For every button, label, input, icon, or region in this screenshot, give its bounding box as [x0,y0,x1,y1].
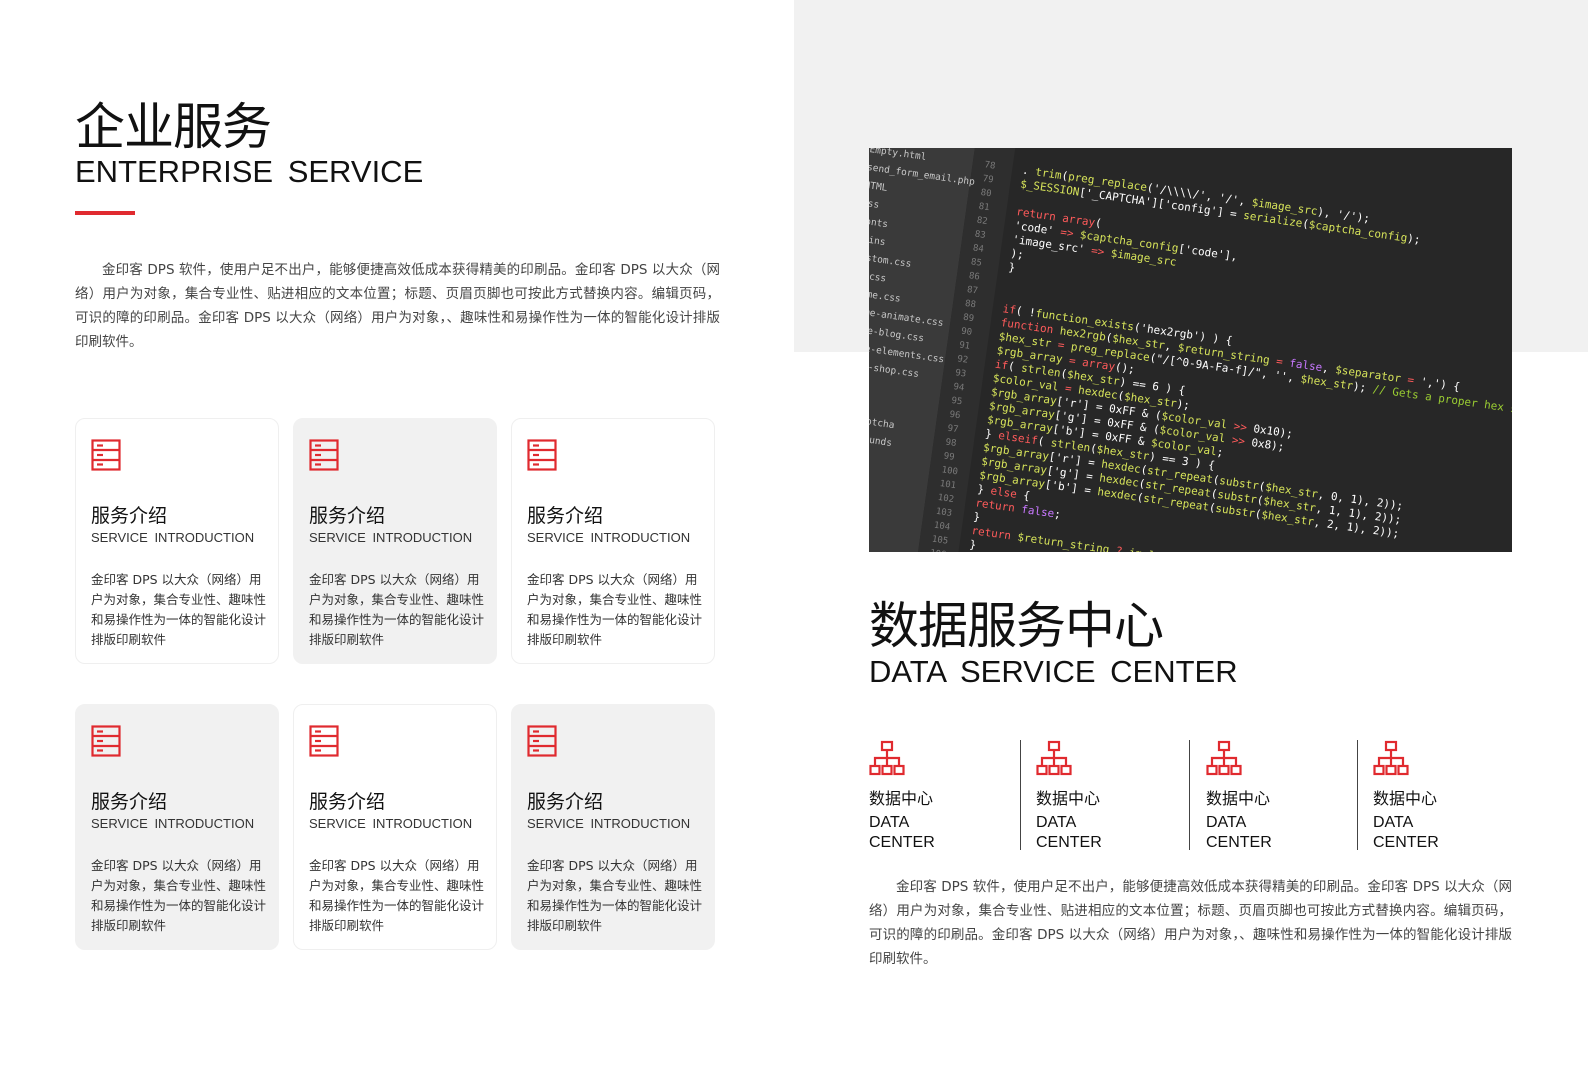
card-subtitle: SERVICE INTRODUCTION [309,816,473,831]
service-card: 服务介绍 SERVICE INTRODUCTION 金印客 DPS 以大众（网络）用… [511,418,715,664]
code-line: } [972,510,982,524]
page-title: 企业服务 [75,98,272,156]
line-number: 104 [933,520,951,533]
data-center-label: 数据中心 [869,789,934,808]
line-number: 83 [974,229,987,241]
line-number: 88 [964,298,977,311]
data-center-item: 数据中心 DATA CENTER [1373,740,1493,851]
service-card: 服务介绍 SERVICE INTRODUCTION 金印客 DPS 以大众（网络）用… [511,704,715,950]
code-line: } [968,537,978,552]
card-title: 服务介绍 [309,791,386,813]
line-number: 96 [948,409,961,422]
line-number: 90 [960,326,973,339]
line-number: 102 [937,492,955,506]
network-icon [1206,740,1242,776]
card-description: 金印客 DPS 以大众（网络）用户为对象，集合专业性、趣味性和易操作性为一体的智… [309,858,485,933]
card-title: 服务介绍 [527,505,604,527]
line-number: 95 [950,395,963,408]
card-subtitle: SERVICE INTRODUCTION [527,816,691,831]
intro-paragraph: 金印客 DPS 软件，使用户足不出户，能够便捷高效低成本获得精美的印刷品。金印客… [75,262,720,350]
card-subtitle: SERVICE INTRODUCTION [91,816,255,831]
data-section-subtitle: DATA SERVICE CENTER [869,654,1238,689]
code-photo: Empty.html send_form_email.php HTML css font… [869,148,1512,552]
line-number: 84 [972,243,985,255]
server-icon [309,439,339,471]
card-subtitle: SERVICE INTRODUCTION [91,530,255,545]
server-icon [527,439,557,471]
network-icon [869,740,905,776]
line-number: 101 [939,479,957,492]
card-subtitle: SERVICE INTRODUCTION [309,530,473,545]
line-number: 85 [970,257,983,269]
server-icon [91,439,121,471]
data-section-title: 数据服务中心 [869,597,1164,655]
item-separator [1357,740,1358,850]
service-card: 服务介绍 SERVICE INTRODUCTION 金印客 DPS 以大众（网络）用… [293,418,497,664]
line-number: 82 [976,215,989,228]
network-icon [1373,740,1409,776]
card-title: 服务介绍 [91,791,168,813]
card-description: 金印客 DPS 以大众（网络）用户为对象，集合专业性、趣味性和易操作性为一体的智… [309,572,485,647]
code-line: } [1007,260,1017,275]
file-tree-item: css [869,197,880,211]
service-card: 服务介绍 SERVICE INTRODUCTION 金印客 DPS 以大众（网络）用… [75,418,279,664]
line-number: 92 [956,354,969,366]
line-number: 93 [954,368,967,380]
accent-divider [75,211,135,215]
data-center-label-en: DATA CENTER [1036,814,1102,851]
data-intro-paragraph: 金印客 DPS 软件，使用户足不出户，能够便捷高效低成本获得精美的印刷品。金印客… [869,879,1512,967]
data-center-label-en: DATA CENTER [1206,814,1272,851]
file-tree-item: HTML [869,179,889,194]
line-number: 103 [935,506,953,520]
data-center-label: 数据中心 [1206,789,1271,808]
card-description: 金印客 DPS 以大众（网络）用户为对象，集合专业性、趣味性和易操作性为一体的智… [527,572,703,647]
line-number: 100 [940,465,959,478]
card-title: 服务介绍 [309,505,386,527]
item-separator [1189,740,1190,850]
card-title: 服务介绍 [91,505,168,527]
line-number: 98 [944,437,958,449]
line-number: 99 [942,451,956,463]
page-subtitle: ENTERPRISE SERVICE [75,154,424,189]
data-center-item: 数据中心 DATA CENTER [1036,740,1156,851]
card-description: 金印客 DPS 以大众（网络）用户为对象，集合专业性、趣味性和易操作性为一体的智… [91,572,267,647]
line-number: 79 [981,174,995,186]
card-subtitle: SERVICE INTRODUCTION [527,530,691,545]
network-icon [1036,740,1072,776]
data-center-item: 数据中心 DATA CENTER [1206,740,1326,851]
data-center-label-en: DATA CENTER [869,814,935,851]
item-separator [1020,740,1021,850]
line-number: 97 [946,423,959,436]
card-description: 金印客 DPS 以大众（网络）用户为对象，集合专业性、趣味性和易操作性为一体的智… [91,858,267,933]
line-number: 105 [931,534,949,547]
server-icon [309,725,339,757]
code-editor-image: Empty.html send_form_email.php HTML css font… [869,148,1512,552]
line-number: 91 [958,340,971,352]
data-center-label: 数据中心 [1373,789,1438,808]
service-card: 服务介绍 SERVICE INTRODUCTION 金印客 DPS 以大众（网络）用… [293,704,497,950]
server-icon [91,725,121,757]
card-description: 金印客 DPS 以大众（网络）用户为对象，集合专业性、趣味性和易操作性为一体的智… [527,858,703,933]
service-card: 服务介绍 SERVICE INTRODUCTION 金印客 DPS 以大众（网络）用… [75,704,279,950]
line-number: 94 [952,382,965,394]
data-center-item: 数据中心 DATA CENTER [869,740,989,851]
server-icon [527,725,557,757]
data-center-label-en: DATA CENTER [1373,814,1439,851]
line-number: 78 [983,160,996,172]
line-number: 81 [978,201,991,214]
line-number: 89 [962,312,975,325]
line-number: 87 [966,285,979,297]
line-number: 86 [968,271,981,283]
line-number: 80 [979,187,993,200]
card-title: 服务介绍 [527,791,604,813]
code-line: return $return_string ? implode($separat… [970,524,1176,552]
data-center-label: 数据中心 [1036,789,1101,808]
code-line: ); [1009,246,1025,262]
